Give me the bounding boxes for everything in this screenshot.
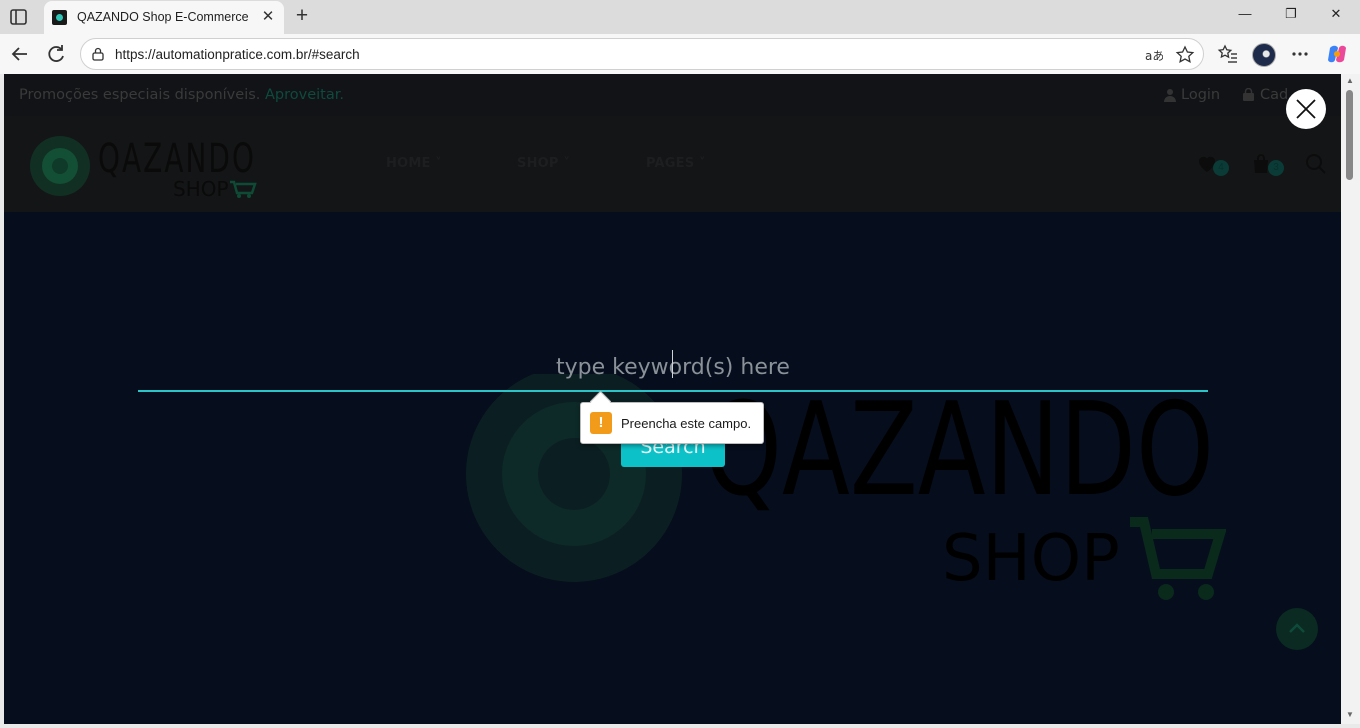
user-icon xyxy=(1164,89,1176,102)
scroll-to-top-button[interactable] xyxy=(1276,608,1318,650)
reload-icon[interactable] xyxy=(44,42,68,66)
favorites-icon[interactable] xyxy=(1216,42,1240,66)
url-text[interactable]: https://automationpratice.com.br/#search xyxy=(115,47,360,62)
bg-logo-brand: QAZANDO xyxy=(704,376,1214,525)
promo-link[interactable]: Aproveitar. xyxy=(265,87,344,103)
copilot-icon[interactable] xyxy=(1325,42,1349,66)
search-icon[interactable] xyxy=(1304,152,1328,176)
cart-count-badge: 3 xyxy=(1268,160,1284,176)
wishlist-count-badge: 4 xyxy=(1213,160,1229,176)
restore-button[interactable]: ❐ xyxy=(1277,6,1305,28)
validation-tooltip: ! Preencha este campo. xyxy=(580,402,764,444)
nav-home[interactable]: HOME ˅ xyxy=(386,156,442,171)
register-link[interactable]: Cad xyxy=(1260,87,1288,103)
translate-icon[interactable]: aあ xyxy=(1143,45,1163,65)
new-tab-button[interactable]: + xyxy=(291,5,313,28)
sidebar-toggle-icon[interactable] xyxy=(8,7,30,27)
address-bar[interactable]: https://automationpratice.com.br/#search… xyxy=(80,38,1204,70)
promo-message: Promoções especiais disponíveis. xyxy=(19,87,261,103)
text-caret xyxy=(672,350,673,378)
favorite-star-icon[interactable] xyxy=(1175,45,1195,65)
browser-tab[interactable]: QAZANDO Shop E-Commerce ✕ xyxy=(44,1,284,34)
nav-pages[interactable]: PAGES ˅ xyxy=(646,156,706,171)
svg-text:SHOP: SHOP xyxy=(173,177,229,200)
page-scrollbar[interactable]: ▲ ▼ xyxy=(1341,74,1360,724)
tab-close-icon[interactable]: ✕ xyxy=(260,9,276,25)
site-header: QAZANDO SHOP HOME ˅ SHOP ˅ PAGES ˅ 4 3 xyxy=(4,116,1341,212)
page-viewport: Promoções especiais disponíveis. Aprovei… xyxy=(4,74,1341,724)
browser-tab-bar: QAZANDO Shop E-Commerce ✕ + — ❐ ✕ xyxy=(0,0,1360,34)
bg-logo-sub: SHOP xyxy=(942,522,1120,596)
browser-toolbar: https://automationpratice.com.br/#search… xyxy=(0,34,1360,74)
search-input[interactable] xyxy=(138,344,1208,392)
nav-pages-label: PAGES xyxy=(646,156,695,171)
svg-text:aあ: aあ xyxy=(1145,49,1163,63)
scroll-down-arrow-icon[interactable]: ▼ xyxy=(1346,711,1354,719)
scrollbar-thumb[interactable] xyxy=(1346,90,1353,180)
login-link[interactable]: Login xyxy=(1181,87,1220,103)
promo-bar: Promoções especiais disponíveis. Aprovei… xyxy=(4,74,1341,116)
close-window-button[interactable]: ✕ xyxy=(1322,6,1350,28)
nav-shop-label: SHOP xyxy=(517,156,559,171)
svg-text:QAZANDO: QAZANDO xyxy=(98,136,256,182)
site-info-icon[interactable] xyxy=(91,47,105,61)
profile-avatar[interactable] xyxy=(1252,43,1276,67)
close-icon xyxy=(1296,99,1316,119)
chevron-up-icon xyxy=(1289,623,1305,633)
close-search-button[interactable] xyxy=(1286,89,1326,129)
nav-shop[interactable]: SHOP ˅ xyxy=(517,156,570,171)
validation-message: Preencha este campo. xyxy=(621,416,752,431)
scroll-up-arrow-icon[interactable]: ▲ xyxy=(1346,77,1354,85)
more-menu-icon[interactable] xyxy=(1288,42,1312,66)
back-icon[interactable] xyxy=(8,42,32,66)
lock-icon xyxy=(1243,88,1254,101)
promo-text: Promoções especiais disponíveis. Aprovei… xyxy=(19,87,344,103)
site-logo[interactable]: QAZANDO SHOP xyxy=(28,130,258,200)
site-favicon-icon xyxy=(52,10,67,25)
warning-icon: ! xyxy=(590,412,612,434)
nav-home-label: HOME xyxy=(386,156,431,171)
tab-title: QAZANDO Shop E-Commerce xyxy=(77,10,249,24)
minimize-button[interactable]: — xyxy=(1231,6,1259,28)
